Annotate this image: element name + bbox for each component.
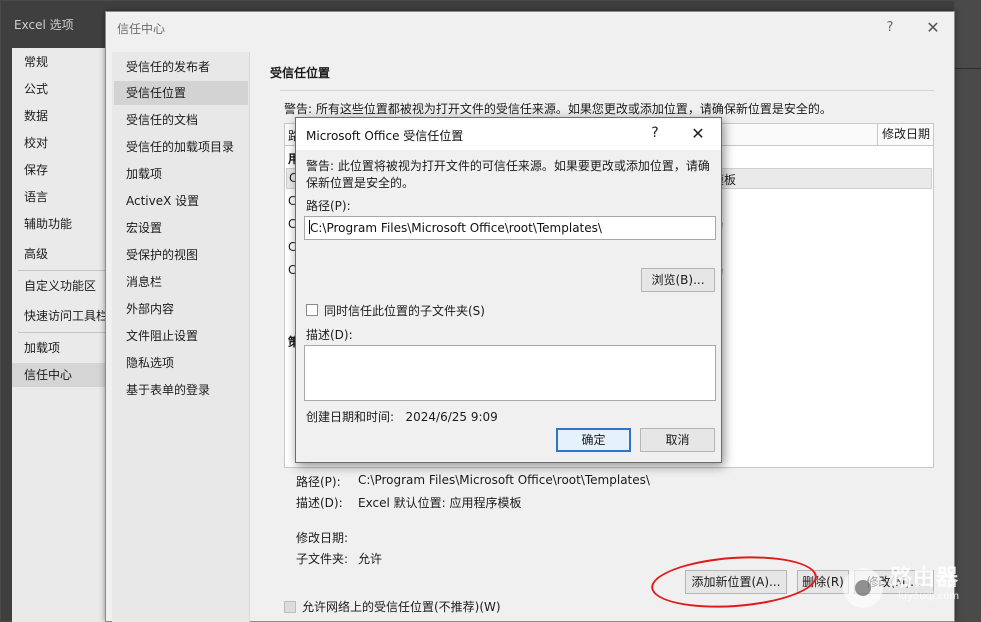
help-icon[interactable]: ? bbox=[646, 125, 664, 143]
nav-message-bar[interactable]: 消息栏 bbox=[114, 270, 248, 294]
cancel-button[interactable]: 取消 bbox=[640, 428, 715, 452]
browse-button[interactable]: 浏览(B)... bbox=[641, 268, 715, 292]
category-trust-center[interactable]: 信任中心 bbox=[12, 363, 112, 387]
path-input-value: C:\Program Files\Microsoft Office\root\T… bbox=[310, 221, 602, 235]
category-language[interactable]: 语言 bbox=[12, 185, 112, 209]
nav-external-content[interactable]: 外部内容 bbox=[114, 297, 248, 321]
category-general[interactable]: 常规 bbox=[12, 50, 112, 74]
category-save[interactable]: 保存 bbox=[12, 158, 112, 182]
allow-network-locations-checkbox[interactable] bbox=[284, 601, 296, 613]
section-divider bbox=[280, 90, 934, 91]
watermark-logo-icon bbox=[843, 568, 883, 608]
trust-center-nav: 受信任的发布者 受信任位置 受信任的文档 受信任的加载项目录 加载项 Activ… bbox=[112, 52, 250, 622]
created-label: 创建日期和时间: bbox=[306, 410, 395, 424]
category-divider bbox=[18, 332, 112, 333]
allow-network-locations-label[interactable]: 允许网络上的受信任位置(不推荐)(W) bbox=[302, 598, 501, 615]
category-add-ins[interactable]: 加载项 bbox=[12, 336, 112, 360]
subfolders-checkbox[interactable] bbox=[306, 304, 318, 316]
nav-privacy-options[interactable]: 隐私选项 bbox=[114, 351, 248, 375]
excel-options-title: Excel 选项 bbox=[14, 18, 74, 32]
background-window-edge bbox=[955, 0, 981, 622]
path-label: 路径(P): bbox=[306, 199, 351, 213]
nav-macro-settings[interactable]: 宏设置 bbox=[114, 216, 248, 240]
detail-description-value: Excel 默认位置: 应用程序模板 bbox=[358, 496, 522, 510]
subfolders-label[interactable]: 同时信任此位置的子文件夹(S) bbox=[324, 302, 485, 319]
detail-path-label: 路径(P): bbox=[296, 475, 341, 489]
watermark: 路由器 luyouqi.com bbox=[843, 560, 973, 610]
category-quick-access-toolbar[interactable]: 快速访问工具栏 bbox=[12, 304, 112, 328]
nav-trusted-documents[interactable]: 受信任的文档 bbox=[114, 108, 248, 132]
category-proofing[interactable]: 校对 bbox=[12, 131, 112, 155]
nav-activex-settings[interactable]: ActiveX 设置 bbox=[114, 189, 248, 213]
detail-subfolders-label: 子文件夹: bbox=[296, 552, 349, 566]
trust-center-title: 信任中心 bbox=[117, 22, 166, 36]
nav-form-based-signin[interactable]: 基于表单的登录 bbox=[114, 378, 248, 402]
watermark-url: luyouqi.com bbox=[898, 591, 960, 602]
dialog-titlebar: Microsoft Office 受信任位置 ? ✕ bbox=[296, 118, 721, 150]
watermark-brand: 路由器 bbox=[890, 566, 960, 591]
nav-file-block-settings[interactable]: 文件阻止设置 bbox=[114, 324, 248, 348]
category-customize-ribbon[interactable]: 自定义功能区 bbox=[12, 274, 112, 298]
nav-trusted-addin-catalogs[interactable]: 受信任的加载项目录 bbox=[114, 135, 248, 159]
column-header-modified[interactable]: 修改日期 bbox=[877, 124, 935, 145]
close-icon[interactable]: ✕ bbox=[686, 123, 710, 145]
trust-center-titlebar: 信任中心 ? ✕ bbox=[106, 12, 954, 44]
category-advanced[interactable]: 高级 bbox=[12, 242, 112, 266]
detail-subfolders-value: 允许 bbox=[358, 552, 383, 566]
section-title: 受信任位置 bbox=[270, 66, 331, 80]
category-data[interactable]: 数据 bbox=[12, 104, 112, 128]
nav-trusted-locations[interactable]: 受信任位置 bbox=[114, 81, 248, 105]
background-edge-line bbox=[955, 68, 981, 69]
description-textarea[interactable] bbox=[304, 345, 716, 401]
excel-options-category-list: 常规 公式 数据 校对 保存 语言 辅助功能 高级 自定义功能区 快速访问工具栏… bbox=[12, 48, 112, 622]
nav-trusted-publishers[interactable]: 受信任的发布者 bbox=[114, 55, 248, 79]
created-datetime: 创建日期和时间: 2024/6/25 9:09 bbox=[306, 408, 498, 425]
detail-description-label: 描述(D): bbox=[296, 496, 343, 510]
category-accessibility[interactable]: 辅助功能 bbox=[12, 212, 112, 236]
help-icon[interactable]: ? bbox=[880, 18, 900, 38]
nav-protected-view[interactable]: 受保护的视图 bbox=[114, 243, 248, 267]
trusted-location-dialog: Microsoft Office 受信任位置 ? ✕ 警告: 此位置将被视为打开… bbox=[295, 117, 722, 463]
created-value: 2024/6/25 9:09 bbox=[405, 410, 498, 424]
detail-path-value: C:\Program Files\Microsoft Office\root\T… bbox=[358, 473, 650, 487]
dialog-warning: 警告: 此位置将被视为打开文件的可信任来源。如果要更改或添加位置，请确保新位置是… bbox=[306, 159, 710, 190]
detail-modified-label: 修改日期: bbox=[296, 531, 349, 545]
nav-add-ins[interactable]: 加载项 bbox=[114, 162, 248, 186]
ok-button[interactable]: 确定 bbox=[556, 428, 631, 452]
category-divider bbox=[18, 270, 112, 271]
dialog-title: Microsoft Office 受信任位置 bbox=[306, 129, 464, 143]
category-formulas[interactable]: 公式 bbox=[12, 77, 112, 101]
trusted-locations-warning: 警告: 所有这些位置都被视为打开文件的受信任来源。如果您更改或添加位置，请确保新… bbox=[284, 102, 832, 116]
close-icon[interactable]: ✕ bbox=[921, 18, 945, 38]
description-label: 描述(D): bbox=[306, 328, 353, 342]
path-input[interactable]: C:\Program Files\Microsoft Office\root\T… bbox=[304, 216, 716, 240]
